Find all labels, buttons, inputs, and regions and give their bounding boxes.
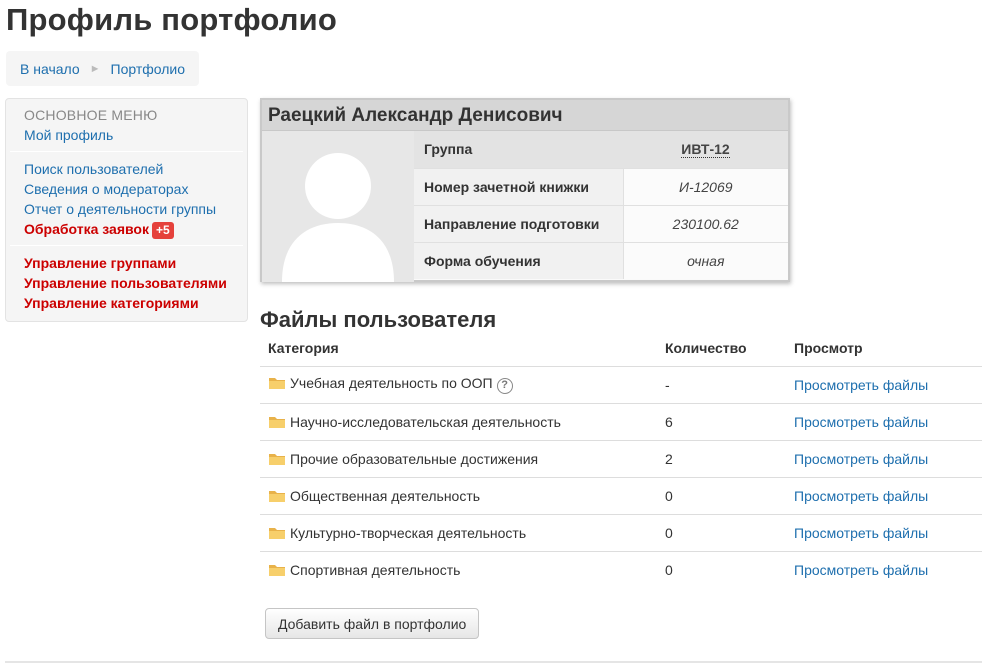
sidebar-divider xyxy=(10,151,243,152)
view-cell: Просмотреть файлы xyxy=(786,514,982,552)
profile-field-value: очная xyxy=(622,242,788,279)
sidebar-item-manage-groups[interactable]: Управление группами xyxy=(24,253,229,273)
sidebar-item-my-profile[interactable]: Мой профиль xyxy=(24,125,229,145)
breadcrumb-home-link[interactable]: В начало xyxy=(20,61,80,77)
files-table: Категория Количество Просмотр Учебная де… xyxy=(260,330,982,588)
group-value[interactable]: ИВТ-12 xyxy=(681,141,730,159)
table-row: Учебная деятельность по ООП? - Просмотреть… xyxy=(260,366,982,404)
triangle-right-icon: ► xyxy=(89,62,101,75)
profile-field-value: ИВТ-12 xyxy=(623,131,788,169)
category-name: Спортивная деятельность xyxy=(290,561,461,578)
folder-icon xyxy=(268,452,286,466)
folder-icon xyxy=(268,376,286,390)
sidebar-item-requests[interactable]: Обработка заявок +5 xyxy=(24,219,229,239)
requests-count-badge: +5 xyxy=(151,222,174,239)
count-cell: 0 xyxy=(665,561,673,578)
view-cell: Просмотреть файлы xyxy=(786,551,982,588)
category-name: Научно-исследовательская деятельность xyxy=(290,413,561,430)
view-files-link[interactable]: Просмотреть файлы xyxy=(794,562,928,578)
profile-info-table: Группа ИВТ-12 Номер зачетной книжки И-12… xyxy=(414,131,788,279)
column-header-view: Просмотр xyxy=(786,330,982,367)
table-row: Общественная деятельность 0 Просмотреть фа… xyxy=(260,477,982,515)
view-cell: Просмотреть файлы xyxy=(786,403,982,441)
folder-icon xyxy=(268,415,286,429)
profile-field-row: Форма обучения очная xyxy=(414,242,788,279)
view-files-link[interactable]: Просмотреть файлы xyxy=(794,377,928,393)
category-cell: Прочие образовательные достижения xyxy=(260,440,657,478)
sidebar-item-manage-users[interactable]: Управление пользователями xyxy=(24,273,229,293)
profile-field-label: Направление подготовки xyxy=(414,205,623,243)
category-cell: Научно-исследовательская деятельность xyxy=(260,403,657,441)
breadcrumb: В начало ► Портфолио xyxy=(6,51,200,86)
sidebar-item-user-search[interactable]: Поиск пользователей xyxy=(24,159,229,179)
sidebar-divider xyxy=(10,245,243,246)
sidebar-item-manage-categories[interactable]: Управление категориями xyxy=(24,293,229,313)
category-name: Культурно-творческая деятельность xyxy=(290,524,527,541)
sidebar-item-moderators[interactable]: Сведения о модераторах xyxy=(24,179,229,199)
table-row: Научно-исследовательская деятельность 6 Пр… xyxy=(260,403,982,441)
profile-name: Раецкий Александр Денисович xyxy=(262,100,788,131)
count-cell: 2 xyxy=(657,440,786,478)
view-cell: Просмотреть файлы xyxy=(786,477,982,515)
table-row: Спортивная деятельность 0 Просмотреть файл… xyxy=(260,551,982,588)
count-cell: 6 xyxy=(657,403,786,441)
category-name: Общественная деятельность xyxy=(290,487,481,504)
avatar-placeholder-icon xyxy=(262,131,414,282)
avatar xyxy=(262,131,414,282)
category-cell: Культурно-творческая деятельность xyxy=(260,514,657,552)
count-cell: 0 xyxy=(657,514,786,552)
table-row: Культурно-творческая деятельность 0 Просмо… xyxy=(260,514,982,552)
column-header-category: Категория xyxy=(260,330,657,367)
profile-field-row: Номер зачетной книжки И-12069 xyxy=(414,168,788,206)
category-cell: Учебная деятельность по ООП? xyxy=(260,366,657,404)
view-files-link[interactable]: Просмотреть файлы xyxy=(794,414,928,430)
sidebar-item-group-report[interactable]: Отчет о деятельности группы xyxy=(24,199,229,219)
count-cell: 0 xyxy=(657,477,786,515)
view-files-link[interactable]: Просмотреть файлы xyxy=(794,451,928,467)
profile-field-value: 230100.62 xyxy=(622,205,788,243)
breadcrumb-portfolio-link[interactable]: Портфолио xyxy=(111,61,186,77)
folder-icon xyxy=(268,489,286,503)
files-table-header: Категория Количество Просмотр xyxy=(260,330,982,367)
main-menu-header: ОСНОВНОЕ МЕНЮ xyxy=(24,107,158,123)
profile-field-row: Группа ИВТ-12 xyxy=(414,131,788,169)
profile-field-row: Направление подготовки 230100.62 xyxy=(414,205,788,243)
column-header-count: Количество xyxy=(657,330,786,367)
footer-divider xyxy=(5,661,982,663)
main-menu-sidebar: ОСНОВНОЕ МЕНЮ Мой профиль Поиск пользова… xyxy=(5,98,248,322)
profile-field-label: Группа xyxy=(414,131,623,169)
category-cell: Спортивная деятельность xyxy=(260,551,657,588)
profile-field-label: Форма обучения xyxy=(414,242,623,279)
view-cell: Просмотреть файлы xyxy=(786,440,982,478)
view-files-link[interactable]: Просмотреть файлы xyxy=(794,488,928,504)
page-title: Профиль портфолио xyxy=(6,2,338,37)
profile-card: Раецкий Александр Денисович Группа ИВТ-1… xyxy=(260,98,790,282)
help-icon[interactable]: ? xyxy=(496,378,513,394)
count-cell: - xyxy=(657,366,786,404)
view-files-link[interactable]: Просмотреть файлы xyxy=(794,525,928,541)
add-file-button[interactable]: Добавить файл в портфолио xyxy=(265,608,480,639)
sidebar-item-requests-label: Обработка заявок xyxy=(24,221,149,237)
category-cell: Общественная деятельность xyxy=(260,477,657,515)
folder-icon xyxy=(268,563,286,577)
folder-icon xyxy=(268,526,286,540)
profile-field-value: И-12069 xyxy=(622,168,788,206)
category-name: Прочие образовательные достижения xyxy=(290,450,539,467)
profile-field-label: Номер зачетной книжки xyxy=(414,168,623,206)
category-name: Учебная деятельность по ООП xyxy=(290,375,493,391)
view-cell: Просмотреть файлы xyxy=(786,366,982,404)
table-row: Прочие образовательные достижения 2 Просмо… xyxy=(260,440,982,478)
